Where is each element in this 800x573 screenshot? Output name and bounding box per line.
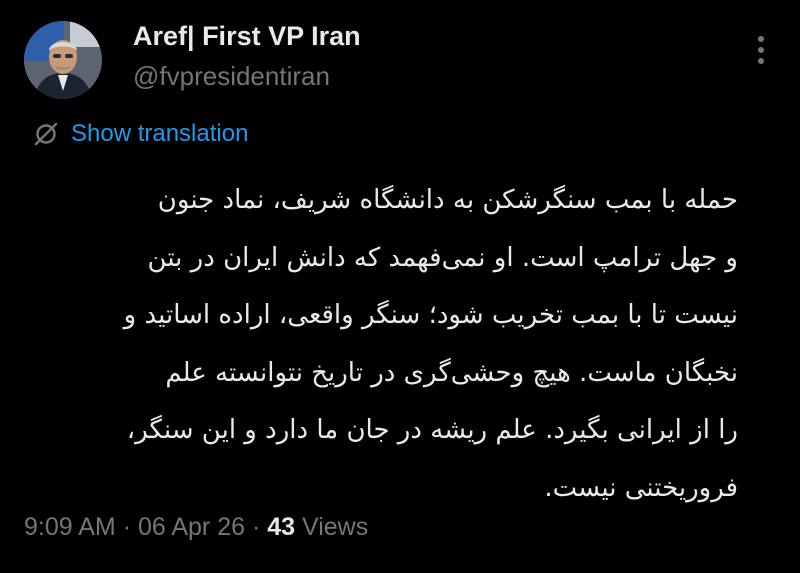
meta-separator: · xyxy=(251,513,261,541)
more-vertical-icon xyxy=(758,36,764,64)
post-text-line: و جهل ترامپ است. او نمی‌فهمد که دانش ایر… xyxy=(147,242,738,273)
avatar[interactable] xyxy=(24,21,102,99)
tweet-card: Aref| First VP Iran @fvpresidentiran Sho… xyxy=(0,0,800,573)
post-time[interactable]: 9:09 AM xyxy=(24,513,116,541)
profile-photo-avatar xyxy=(24,21,102,99)
post-date[interactable]: 06 Apr 26 xyxy=(138,513,245,541)
show-translation-link[interactable]: Show translation xyxy=(33,119,248,149)
views-link[interactable]: 43 Views xyxy=(267,513,368,541)
author-display-name[interactable]: Aref| First VP Iran xyxy=(133,21,361,52)
views-label: Views xyxy=(302,513,369,541)
post-text-line: نخبگان ماست. هیچ وحشی‌گری در تاریخ نتوان… xyxy=(165,357,738,388)
post-text-line: نیست تا با بمب تخریب شود؛ سنگر واقعی، ار… xyxy=(123,300,738,330)
post-meta: 9:09 AM · 06 Apr 26 · 43 Views xyxy=(24,513,368,542)
views-count: 43 xyxy=(267,513,296,541)
show-translation-label: Show translation xyxy=(71,120,249,147)
post-text-line: را از ایرانی بگیرد. علم ریشه در جان ما د… xyxy=(126,415,738,445)
author-handle[interactable]: @fvpresidentiran xyxy=(133,61,330,92)
meta-separator: · xyxy=(122,513,132,541)
post-text-line: حمله با بمب سنگرشکن به دانشگاه شریف، نما… xyxy=(157,185,738,215)
post-text-line: فروریختنی نیست. xyxy=(544,472,738,503)
more-options-button[interactable] xyxy=(744,30,778,70)
translate-icon xyxy=(34,122,58,146)
post-text: حمله با بمب سنگرشکن به دانشگاه شریف، نما… xyxy=(40,172,738,517)
